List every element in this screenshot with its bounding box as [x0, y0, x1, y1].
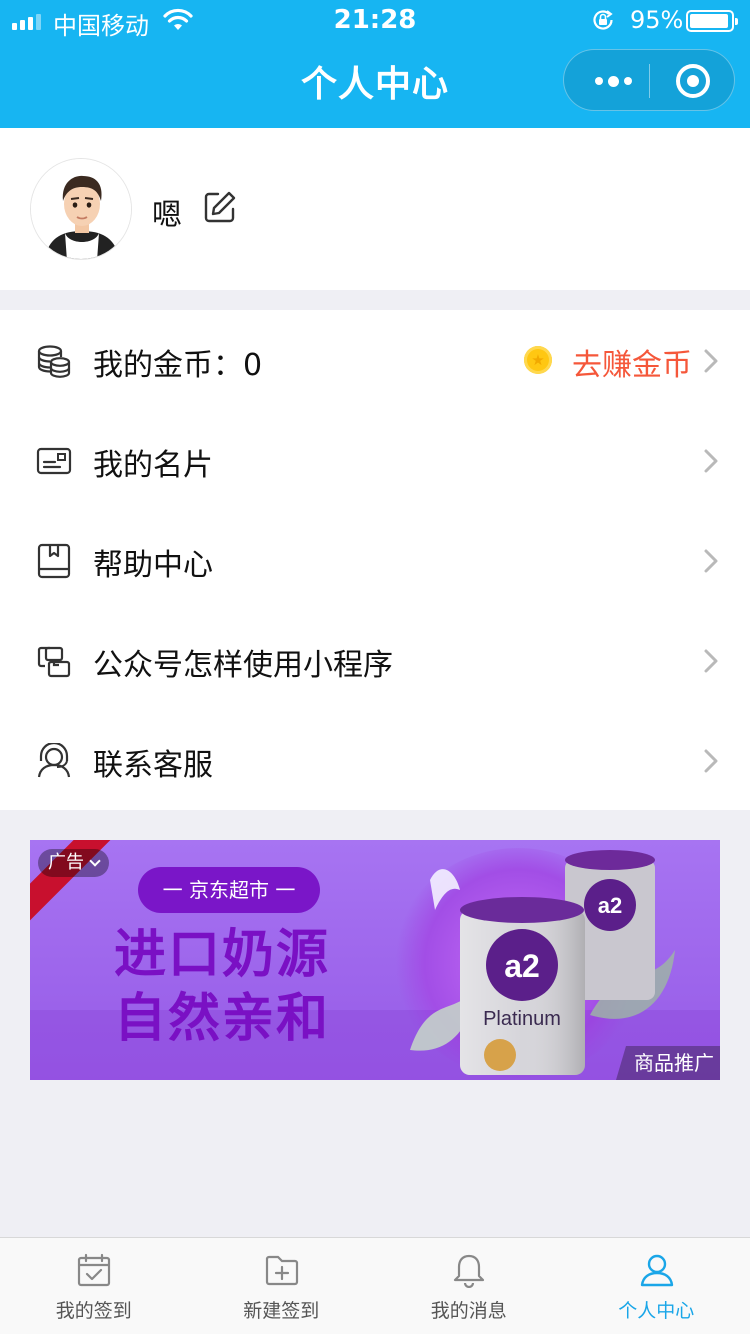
status-bar: 中国移动 21:28 95% — [0, 0, 750, 40]
folder-add-icon — [265, 1255, 298, 1286]
menu-item-help[interactable]: 帮助中心 — [0, 510, 750, 610]
chevron-right-icon — [704, 449, 718, 473]
header: 中国移动 21:28 95% 个人中心 — [0, 0, 750, 128]
capsule-divider — [649, 64, 650, 98]
ad-product-logo: a2 — [504, 948, 540, 984]
menu-item-label: 我的名片 — [93, 448, 213, 483]
ad-product-image: a2 a2 Platinum — [410, 850, 675, 1075]
tab-bar: 我的签到 新建签到 我的消息 个人中心 — [0, 1237, 750, 1334]
tab-new-checkin[interactable]: 新建签到 — [188, 1238, 376, 1334]
book-icon — [37, 543, 71, 579]
rotation-lock-icon — [593, 10, 613, 30]
edit-icon[interactable] — [203, 190, 237, 224]
profile-card: 嗯 — [0, 128, 750, 290]
target-icon[interactable] — [676, 64, 710, 98]
bell-icon — [453, 1254, 485, 1288]
tab-my-checkins[interactable]: 我的签到 — [0, 1238, 188, 1334]
earn-coins-link[interactable]: 去赚金币 — [572, 340, 692, 384]
chevron-down-icon — [89, 855, 101, 867]
menu-list: 我的金币：0 去赚金币 我的名片 帮助中心 — [0, 310, 750, 810]
menu-item-label: 联系客服 — [93, 748, 213, 783]
menu-item-official-account-guide[interactable]: 公众号怎样使用小程序 — [0, 610, 750, 710]
ad-label-text: 广告 — [48, 852, 84, 873]
ad-subline: 自然亲和 — [114, 989, 331, 1049]
tab-label: 我的签到 — [55, 1300, 132, 1322]
screen: 中国移动 21:28 95% 个人中心 嗯 我的金币：0 ★ 去赚金币 我的名片… — [0, 0, 750, 1334]
link-icon — [37, 646, 71, 678]
coins-icon — [37, 345, 71, 378]
menu-item-label: 公众号怎样使用小程序 — [93, 648, 393, 683]
tab-profile[interactable]: 个人中心 — [563, 1238, 750, 1334]
headset-icon — [37, 743, 71, 778]
card-icon — [36, 447, 72, 475]
chevron-right-icon — [704, 649, 718, 673]
more-dots-icon[interactable] — [588, 50, 638, 112]
ad-label[interactable]: 广告 — [38, 849, 109, 877]
menu-item-label: 我的金币：0 — [93, 348, 263, 383]
coin-icon — [524, 346, 552, 374]
tab-label: 新建签到 — [243, 1300, 320, 1322]
menu-item-customer-service[interactable]: 联系客服 — [0, 710, 750, 810]
ad-banner[interactable]: 广告 一 京东超市 一 进口奶源 自然亲和 a2 a2 Platinum 商品推… — [30, 840, 720, 1080]
menu-item-label: 帮助中心 — [93, 548, 213, 583]
chevron-right-icon — [704, 749, 718, 773]
chevron-right-icon — [704, 549, 718, 573]
ad-product-logo-back: a2 — [598, 893, 622, 918]
tab-label: 个人中心 — [618, 1300, 695, 1322]
avatar-image — [31, 159, 131, 259]
ad-product-name: Platinum — [483, 1008, 561, 1030]
menu-item-business-card[interactable]: 我的名片 — [0, 410, 750, 510]
tab-my-messages[interactable]: 我的消息 — [375, 1238, 563, 1334]
mini-program-capsule — [563, 49, 735, 111]
chevron-right-icon — [704, 349, 718, 373]
avatar[interactable] — [30, 158, 132, 260]
calendar-check-icon — [77, 1253, 111, 1287]
tab-label: 我的消息 — [430, 1300, 507, 1322]
username: 嗯 — [152, 198, 182, 233]
battery-percent: 95% — [630, 6, 684, 34]
battery-icon — [686, 10, 738, 32]
ad-promo-label: 商品推广 — [616, 1046, 720, 1080]
user-icon — [640, 1254, 673, 1287]
ad-headline: 进口奶源 — [114, 925, 331, 985]
ad-tag: 一 京东超市 一 — [138, 867, 320, 913]
menu-item-coins[interactable]: 我的金币：0 去赚金币 — [0, 310, 750, 410]
